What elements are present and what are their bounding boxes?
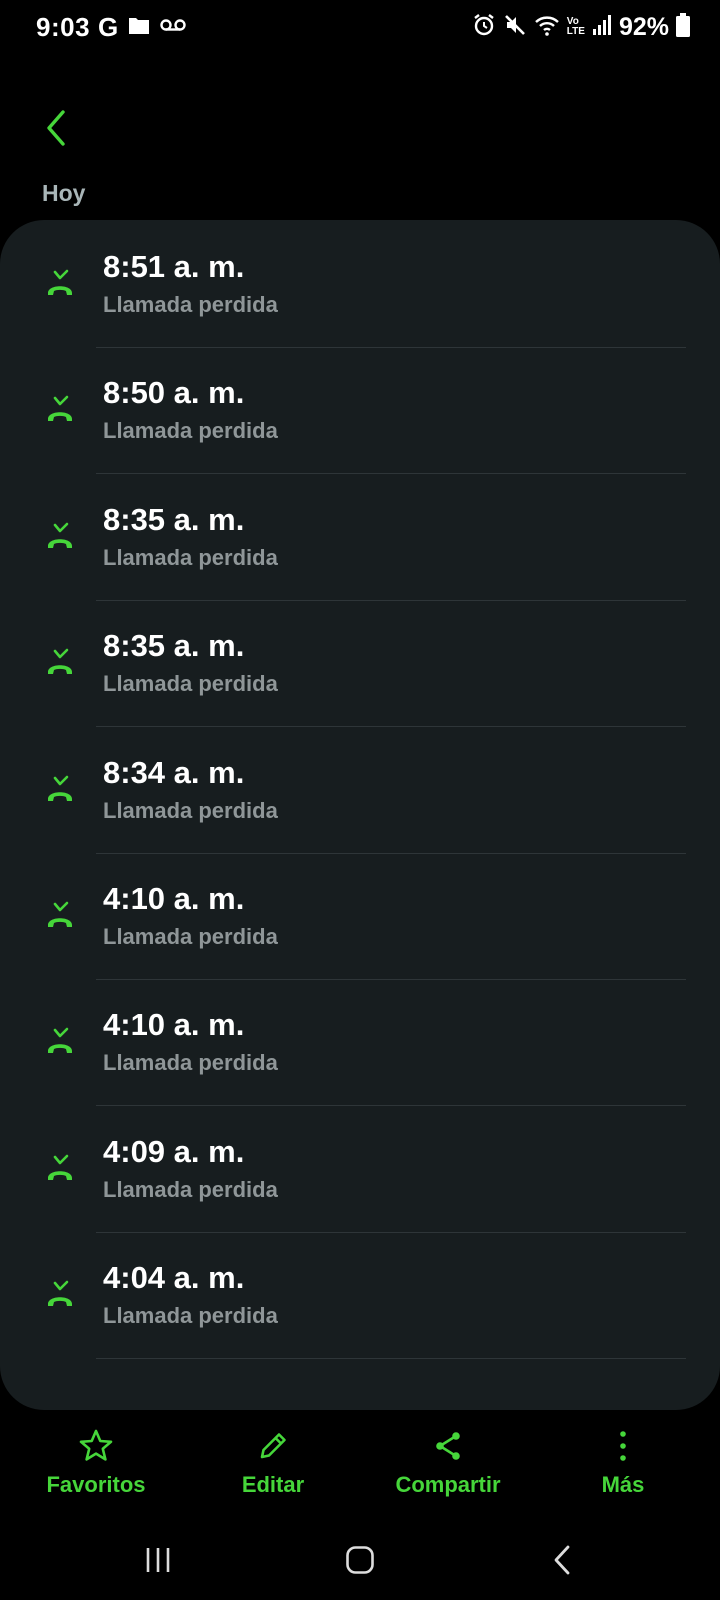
call-status: Llamada perdida	[103, 924, 278, 949]
recents-icon	[146, 1548, 170, 1572]
volte-label-bottom: LTE	[566, 26, 585, 37]
more-vertical-icon	[620, 1431, 626, 1461]
call-status: Llamada perdida	[103, 1303, 278, 1329]
call-status: Llamada perdida	[103, 1050, 278, 1076]
missed-call-icon	[44, 521, 76, 553]
bottom-action-bar: Favoritos Editar Compartir Más	[0, 1420, 720, 1510]
folder-icon	[128, 15, 150, 40]
home-icon	[346, 1546, 374, 1574]
status-time: 9:03	[36, 12, 91, 42]
chevron-left-icon	[47, 110, 65, 146]
favorites-label: Favoritos	[46, 1472, 146, 1497]
missed-call-icon	[44, 1153, 76, 1185]
status-left-icons: G	[98, 12, 186, 42]
system-nav-bar	[0, 1530, 720, 1590]
more-button[interactable]: Más	[538, 1420, 708, 1510]
home-button[interactable]	[330, 1534, 390, 1586]
edit-button[interactable]: Editar	[188, 1420, 358, 1510]
call-log-item[interactable]: 4:10 a. m. Llamada perdida	[0, 852, 720, 980]
call-log-item[interactable]: 4:04 a. m. Llamada perdida	[0, 1231, 720, 1360]
favorites-button[interactable]: Favoritos	[11, 1420, 181, 1510]
call-status: Llamada perdida	[103, 671, 278, 697]
share-button[interactable]: Compartir	[363, 1420, 533, 1510]
voicemail-icon	[160, 17, 186, 38]
call-log-item[interactable]: 4:10 a. m. Llamada perdida	[0, 978, 720, 1107]
call-time: 4:10 a. m.	[103, 881, 245, 916]
battery-icon	[676, 12, 690, 42]
call-time: 8:51 a. m.	[103, 249, 245, 284]
call-status: Llamada perdida	[103, 544, 278, 570]
call-time: 8:34 a. m.	[103, 754, 245, 790]
missed-call-icon	[44, 1026, 76, 1058]
back-icon	[554, 1545, 570, 1575]
divider	[96, 1358, 686, 1360]
edit-label: Editar	[241, 1472, 305, 1497]
status-bar: 9:03 G Vo LTE 92%	[0, 0, 720, 56]
call-time: 4:09 a. m.	[103, 1133, 245, 1169]
battery-percentage: 92%	[618, 12, 669, 41]
recents-button[interactable]	[128, 1534, 188, 1586]
missed-call-icon	[44, 647, 76, 679]
missed-call-icon	[44, 394, 76, 426]
section-title: Hoy	[42, 180, 86, 206]
mute-icon	[503, 13, 527, 42]
missed-call-icon	[44, 1279, 76, 1311]
call-log-item[interactable]: 4:09 a. m. Llamada perdida	[0, 1105, 720, 1233]
back-button[interactable]	[36, 104, 76, 152]
call-log-list: 8:51 a. m. Llamada perdida 8:50 a. m. Llama…	[0, 220, 720, 1410]
call-status: Llamada perdida	[103, 797, 278, 823]
call-log-item[interactable]: 8:50 a. m. Llamada perdida	[0, 346, 720, 475]
signal-icon	[592, 14, 612, 41]
call-log-item[interactable]: 8:34 a. m. Llamada perdida	[0, 726, 720, 854]
google-icon: G	[98, 11, 119, 42]
alarm-icon	[472, 13, 496, 42]
call-time: 4:10 a. m.	[103, 1007, 245, 1043]
share-label: Compartir	[395, 1472, 501, 1497]
call-time: 8:50 a. m.	[103, 375, 245, 411]
call-log-item[interactable]: 8:35 a. m. Llamada perdida	[0, 473, 720, 601]
volte-icon: Vo LTE	[567, 17, 585, 37]
call-time: 8:35 a. m.	[103, 501, 245, 537]
call-time: 8:35 a. m.	[103, 628, 245, 664]
call-status: Llamada perdida	[103, 418, 278, 444]
share-icon	[436, 1432, 460, 1460]
call-log-item[interactable]: 8:35 a. m. Llamada perdida	[0, 599, 720, 728]
pencil-icon	[260, 1433, 286, 1459]
missed-call-icon	[44, 774, 76, 806]
nav-back-button[interactable]	[532, 1534, 592, 1586]
more-label: Más	[601, 1472, 645, 1497]
status-right-icons: Vo LTE 92%	[472, 12, 690, 42]
star-icon	[79, 1429, 113, 1461]
wifi-icon	[534, 13, 560, 42]
call-time: 4:04 a. m.	[103, 1260, 245, 1296]
call-status: Llamada perdida	[103, 292, 278, 317]
missed-call-icon	[44, 268, 76, 300]
call-status: Llamada perdida	[103, 1176, 278, 1202]
call-log-item[interactable]: 8:51 a. m. Llamada perdida	[0, 220, 720, 348]
missed-call-icon	[44, 900, 76, 932]
